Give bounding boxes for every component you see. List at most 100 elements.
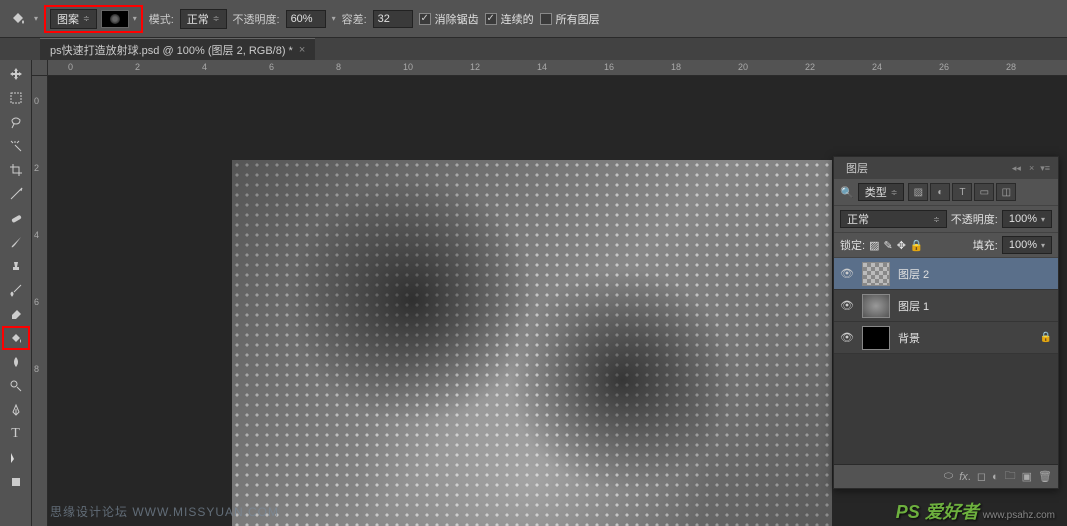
- dodge-tool[interactable]: [2, 374, 30, 398]
- blend-mode-dropdown[interactable]: 正常 ≑: [180, 9, 227, 29]
- layer-blend-value: 正常: [847, 211, 869, 227]
- shape-tool[interactable]: [2, 470, 30, 494]
- canvas-image: [232, 160, 832, 526]
- layers-panel: 图层 ◂◂ × ▾≡ 🔍 类型 ≑ ▨ ◐ T ▭ ◫ 正常 ≑ 不透明度: 1…: [833, 156, 1059, 489]
- ruler-mark: 8: [336, 62, 341, 72]
- chevron-down-icon: ≑: [213, 14, 220, 23]
- close-panel-icon[interactable]: ×: [1029, 163, 1034, 174]
- wand-tool[interactable]: [2, 134, 30, 158]
- brush-tool[interactable]: [2, 230, 30, 254]
- alllayers-label: 所有图层: [556, 11, 600, 27]
- layer-name[interactable]: 图层 1: [898, 298, 1052, 314]
- ruler-mark: 10: [403, 62, 413, 72]
- filter-adjust-icon[interactable]: ◐: [930, 183, 950, 201]
- blend-opacity-row: 正常 ≑ 不透明度: 100% ▾: [834, 206, 1058, 233]
- ruler-mark: 20: [738, 62, 748, 72]
- filter-type-dropdown[interactable]: 类型 ≑: [858, 183, 905, 201]
- fx-icon[interactable]: fx.: [959, 471, 971, 483]
- filter-pixel-icon[interactable]: ▨: [908, 183, 928, 201]
- layer-opacity-input[interactable]: 100% ▾: [1002, 210, 1052, 228]
- stamp-tool[interactable]: [2, 254, 30, 278]
- opacity-dropdown[interactable]: ▾: [332, 14, 336, 23]
- layer-fill-input[interactable]: 100% ▾: [1002, 236, 1052, 254]
- layer-item[interactable]: 👁 背景 🔒: [834, 322, 1058, 354]
- layer-thumbnail[interactable]: [862, 294, 890, 318]
- opacity-input[interactable]: [286, 10, 326, 28]
- link-layers-icon[interactable]: ⬭: [944, 470, 953, 483]
- layer-blend-dropdown[interactable]: 正常 ≑: [840, 210, 947, 228]
- alllayers-checkbox-wrap[interactable]: 所有图层: [540, 11, 600, 27]
- layer-item[interactable]: 👁 图层 1: [834, 290, 1058, 322]
- alllayers-checkbox[interactable]: [540, 13, 552, 25]
- contiguous-checkbox[interactable]: [485, 13, 497, 25]
- layer-filter-row: 🔍 类型 ≑ ▨ ◐ T ▭ ◫: [834, 179, 1058, 206]
- crop-tool[interactable]: [2, 158, 30, 182]
- panel-menu-icon[interactable]: ▾≡: [1040, 163, 1050, 174]
- layer-item[interactable]: 👁 图层 2: [834, 258, 1058, 290]
- filter-type-icon[interactable]: T: [952, 183, 972, 201]
- lock-fill-row: 锁定: ▨ ✎ ✥ 🔒 填充: 100% ▾: [834, 233, 1058, 258]
- type-tool[interactable]: T: [2, 422, 30, 446]
- panel-tab-bar: 图层 ◂◂ × ▾≡: [834, 157, 1058, 179]
- watermark-sub: www.psahz.com: [983, 510, 1055, 521]
- path-tool[interactable]: [2, 446, 30, 470]
- mask-icon[interactable]: ◻: [977, 470, 986, 483]
- ruler-mark: 0: [34, 96, 39, 106]
- collapse-icon[interactable]: ◂◂: [1012, 163, 1021, 174]
- canvas[interactable]: [232, 160, 832, 526]
- new-layer-icon[interactable]: ▣: [1022, 470, 1032, 483]
- search-icon: 🔍: [840, 186, 854, 199]
- opacity-label: 不透明度:: [233, 11, 280, 27]
- filter-shape-icon[interactable]: ▭: [974, 183, 994, 201]
- options-bar: ▾ 图案 ≑ ▾ 模式: 正常 ≑ 不透明度: ▾ 容差: 消除锯齿 连续的 所…: [0, 0, 1067, 38]
- fill-type-dropdown[interactable]: 图案 ≑: [50, 9, 97, 29]
- visibility-icon[interactable]: 👁: [840, 267, 854, 280]
- move-tool[interactable]: [2, 62, 30, 86]
- lasso-tool[interactable]: [2, 110, 30, 134]
- lock-trans-icon[interactable]: ▨: [869, 239, 879, 252]
- adjust-layer-icon[interactable]: ◐: [992, 471, 999, 483]
- layers-tab[interactable]: 图层: [842, 158, 872, 178]
- trash-icon[interactable]: 🗑: [1038, 470, 1052, 483]
- history-brush-tool[interactable]: [2, 278, 30, 302]
- ruler-vertical[interactable]: 02468: [32, 76, 48, 526]
- blur-tool[interactable]: [2, 350, 30, 374]
- ruler-mark: 4: [34, 230, 39, 240]
- layer-name[interactable]: 背景: [898, 330, 1032, 346]
- contiguous-checkbox-wrap[interactable]: 连续的: [485, 11, 534, 27]
- pen-tool[interactable]: [2, 398, 30, 422]
- group-icon[interactable]: 🗀: [1005, 467, 1016, 486]
- lock-all-icon[interactable]: 🔒: [910, 239, 924, 252]
- antialias-checkbox[interactable]: [419, 13, 431, 25]
- pattern-swatch[interactable]: [101, 10, 129, 28]
- layer-list: 👁 图层 2 👁 图层 1 👁 背景 🔒: [834, 258, 1058, 354]
- layer-thumbnail[interactable]: [862, 262, 890, 286]
- pattern-picker-dropdown[interactable]: ▾: [133, 14, 137, 23]
- eyedropper-tool[interactable]: [2, 182, 30, 206]
- visibility-icon[interactable]: 👁: [840, 299, 854, 312]
- tool-preset-dropdown[interactable]: ▾: [34, 14, 38, 23]
- bucket-tool[interactable]: [2, 326, 30, 350]
- blend-mode-value: 正常: [187, 11, 209, 27]
- layer-opacity-label: 不透明度:: [951, 211, 998, 227]
- close-icon[interactable]: ×: [299, 44, 305, 56]
- layer-thumbnail[interactable]: [862, 326, 890, 350]
- ruler-origin[interactable]: [32, 60, 48, 76]
- tolerance-input[interactable]: [373, 10, 413, 28]
- layer-name[interactable]: 图层 2: [898, 266, 1052, 282]
- antialias-checkbox-wrap[interactable]: 消除锯齿: [419, 11, 479, 27]
- layer-opacity-value: 100%: [1009, 213, 1037, 225]
- layer-list-empty: [834, 354, 1058, 464]
- heal-tool[interactable]: [2, 206, 30, 230]
- filter-smart-icon[interactable]: ◫: [996, 183, 1016, 201]
- document-tab[interactable]: ps快速打造放射球.psd @ 100% (图层 2, RGB/8) * ×: [40, 38, 315, 61]
- eraser-tool[interactable]: [2, 302, 30, 326]
- lock-paint-icon[interactable]: ✎: [883, 239, 892, 252]
- watermark-left: 思缘设计论坛 WWW.MISSYUAN.COM: [50, 503, 279, 520]
- lock-icon: 🔒: [1040, 332, 1052, 343]
- lock-pos-icon[interactable]: ✥: [897, 239, 906, 252]
- ruler-horizontal[interactable]: 0246810121416182022242628: [48, 60, 1067, 76]
- visibility-icon[interactable]: 👁: [840, 331, 854, 344]
- ruler-mark: 28: [1006, 62, 1016, 72]
- marquee-tool[interactable]: [2, 86, 30, 110]
